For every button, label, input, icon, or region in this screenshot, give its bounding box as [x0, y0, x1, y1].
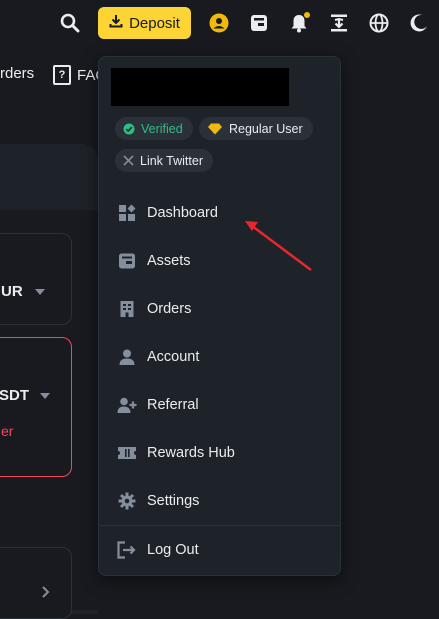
menu-label-referral: Referral: [147, 397, 199, 413]
nav-orders-link[interactable]: rders: [0, 65, 34, 82]
transfer-icon[interactable]: [328, 12, 350, 34]
top-bar: Deposit: [0, 0, 439, 46]
gear-icon: [117, 491, 137, 511]
menu-label-rewards-hub: Rewards Hub: [147, 445, 235, 461]
x-twitter-icon: [123, 155, 134, 166]
nav-card[interactable]: [0, 547, 72, 619]
menu-item-settings[interactable]: Settings: [99, 477, 340, 525]
menu-item-rewards-hub[interactable]: Rewards Hub: [99, 429, 340, 477]
asset-card-label: SDT: [0, 387, 29, 404]
menu-item-dashboard[interactable]: Dashboard: [99, 189, 340, 237]
user-icon[interactable]: [208, 12, 230, 34]
menu-item-orders[interactable]: Orders: [99, 285, 340, 333]
deposit-button[interactable]: Deposit: [98, 7, 191, 39]
menu-item-log-out[interactable]: Log Out: [99, 526, 340, 574]
wallet-icon: [117, 251, 137, 271]
menu-item-referral[interactable]: Referral: [99, 381, 340, 429]
menu-item-assets[interactable]: Assets: [99, 237, 340, 285]
menu-label-account: Account: [147, 349, 200, 365]
diamond-icon: [208, 123, 222, 134]
bell-icon[interactable]: [288, 12, 310, 34]
user-dropdown-menu: Verified Regular User Link Twitter Dashb…: [98, 56, 341, 576]
check-circle-icon: [123, 123, 135, 134]
asset-card-sub: er: [1, 423, 14, 439]
deposit-label: Deposit: [129, 14, 180, 32]
link-twitter-label: Link Twitter: [140, 153, 203, 168]
menu-label-dashboard: Dashboard: [147, 205, 218, 221]
regular-user-badge[interactable]: Regular User: [199, 117, 313, 140]
chevron-down-icon: [40, 393, 50, 399]
download-icon: [109, 14, 123, 32]
link-twitter-button[interactable]: Link Twitter: [115, 149, 213, 172]
menu-item-account[interactable]: Account: [99, 333, 340, 381]
verified-label: Verified: [141, 121, 183, 136]
moon-icon[interactable]: [408, 12, 430, 34]
orders-icon: [117, 299, 137, 319]
menu-label-log-out: Log Out: [147, 542, 199, 558]
regular-user-label: Regular User: [229, 121, 303, 136]
logout-icon: [117, 540, 137, 560]
wallet-icon[interactable]: [248, 12, 270, 34]
search-icon[interactable]: [59, 12, 81, 34]
currency-card-label: UR: [1, 283, 23, 300]
dashboard-icon: [117, 203, 137, 223]
globe-icon[interactable]: [368, 12, 390, 34]
notification-dot: [304, 12, 310, 18]
menu-label-settings: Settings: [147, 493, 200, 509]
menu-label-orders: Orders: [147, 301, 192, 317]
chevron-right-icon: [42, 586, 50, 598]
redacted-username: [111, 68, 289, 106]
verified-badge: Verified: [115, 117, 193, 140]
ticket-icon: [117, 443, 137, 463]
chevron-down-icon: [35, 289, 45, 295]
currency-card[interactable]: UR: [0, 233, 72, 325]
faq-icon: ?: [53, 65, 71, 85]
menu-label-assets: Assets: [147, 253, 191, 269]
user-icon: [117, 347, 137, 367]
add-user-icon: [117, 395, 137, 415]
asset-card[interactable]: SDT er: [0, 337, 72, 477]
